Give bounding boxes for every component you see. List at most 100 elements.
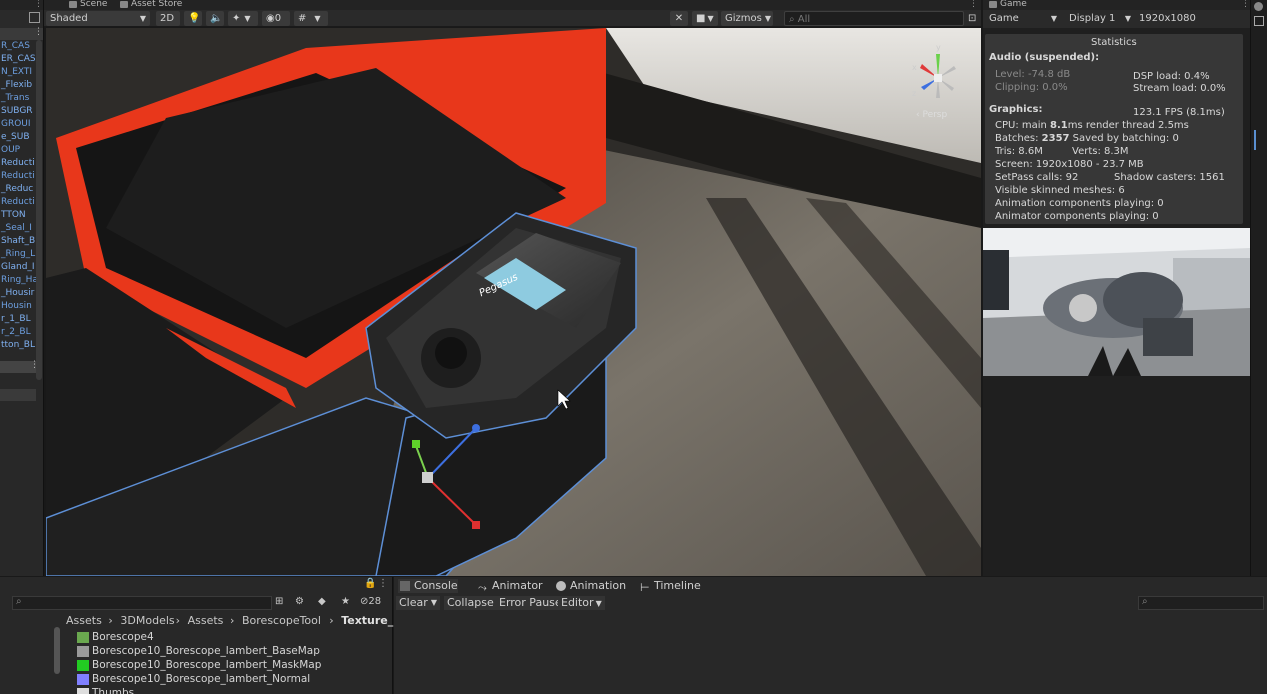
- dropdown-arrow-icon: ▼: [595, 599, 602, 608]
- hierarchy-toolbar: [0, 10, 43, 28]
- tab-asset-store[interactable]: Asset Store: [117, 0, 182, 10]
- shading-mode-dropdown[interactable]: Shaded ▼: [46, 11, 150, 26]
- collapse-button[interactable]: Collapse: [444, 596, 497, 610]
- project-file-item[interactable]: Borescope4: [92, 631, 154, 643]
- gizmo-center-handle: [422, 472, 433, 483]
- cpu-main-value: 8.1: [1050, 120, 1068, 131]
- inspector-icon: [1254, 2, 1263, 11]
- project-folder-scrollbar[interactable]: [54, 627, 60, 674]
- kebab-menu-icon[interactable]: ⋮: [1241, 0, 1250, 9]
- breadcrumb-item[interactable]: BorescopeTool: [242, 614, 321, 627]
- breadcrumb-separator-icon: ›: [329, 614, 334, 627]
- verts-value: Verts: 8.3M: [1072, 146, 1129, 157]
- file-icon: [77, 688, 89, 694]
- breadcrumb-item[interactable]: Assets: [188, 614, 224, 627]
- search-icon: ⌕: [1142, 596, 1148, 607]
- game-view-label: Game: [989, 13, 1019, 24]
- project-file-item[interactable]: Borescope10_Borescope_lambert_MaskMap: [92, 659, 321, 671]
- orientation-gizmo[interactable]: y x z: [906, 38, 970, 106]
- dropdown-arrow-icon: ▼: [764, 14, 772, 23]
- kebab-menu-icon[interactable]: ⋮: [378, 578, 388, 589]
- project-search-input[interactable]: ⌕: [12, 596, 272, 610]
- saved-batching-value: Saved by batching: 0: [1069, 133, 1179, 144]
- tab-animation[interactable]: Animation: [554, 579, 626, 593]
- breadcrumb-separator-icon: ›: [230, 614, 235, 627]
- effects-icon: ✦: [232, 13, 241, 24]
- resolution-dropdown[interactable]: 1920x1080: [1135, 11, 1205, 26]
- scene-view[interactable]: Pegasus y x z ‹ Persp: [46, 28, 981, 576]
- cube-icon: [1254, 16, 1264, 26]
- lock-icon[interactable]: 🔒: [364, 578, 376, 589]
- hierarchy-scrollbar[interactable]: [36, 40, 42, 380]
- hidden-count: 0: [274, 13, 282, 24]
- lighting-toggle-button[interactable]: 💡: [184, 11, 202, 26]
- pin-icon: ⊡: [968, 13, 977, 24]
- hierarchy-panel[interactable]: ⋮ ⋮ R_CAS ER_CAS N_EXTI _Flexib _Trans SUBGR G…: [0, 0, 44, 576]
- 2d-toggle-button[interactable]: 2D: [156, 11, 180, 26]
- tools-button[interactable]: ✕: [670, 11, 688, 26]
- project-file-item[interactable]: Borescope10_Borescope_lambert_Normal: [92, 673, 310, 685]
- inspector-scrollbar[interactable]: [1254, 130, 1256, 150]
- game-preview-render: [983, 228, 1250, 376]
- favorite-star-icon[interactable]: ★: [341, 596, 350, 607]
- tab-timeline[interactable]: ⊢ Timeline: [638, 579, 701, 594]
- hierarchy-scene-header[interactable]: ⋮: [0, 360, 39, 373]
- scene-search-input[interactable]: ⌕ All: [784, 11, 964, 26]
- error-pause-button[interactable]: Error Pause: [496, 596, 565, 610]
- animator-components-value: Animator components playing: 0: [995, 211, 1159, 222]
- game-toolbar: Game ▼ Display 1 ▼ 1920x1080: [983, 10, 1250, 28]
- search-by-type-icon[interactable]: ⚙: [295, 596, 304, 607]
- tab-console[interactable]: Console: [398, 579, 458, 593]
- kebab-menu-icon[interactable]: ⋮: [34, 27, 43, 37]
- tab-timeline-label: Timeline: [654, 579, 701, 592]
- clear-button[interactable]: Clear: [396, 596, 431, 610]
- kebab-menu-icon[interactable]: ⋮: [34, 0, 43, 9]
- breadcrumb-item[interactable]: 3DModels: [120, 614, 174, 627]
- search-by-label-icon[interactable]: ◆: [318, 596, 326, 607]
- grid-dropdown[interactable]: # ▼: [294, 11, 328, 26]
- breadcrumb-separator-icon: ›: [175, 614, 180, 627]
- scene-visibility-toggle[interactable]: ◉0: [262, 11, 290, 26]
- hidden-packages-toggle[interactable]: ⊘28: [360, 596, 381, 607]
- shading-mode-label: Shaded: [50, 13, 88, 24]
- tris-value: Tris: 8.6M: [995, 146, 1043, 157]
- hidden-packages-count: 28: [368, 596, 382, 607]
- file-icon: [77, 674, 89, 685]
- dropdown-arrow-icon: ▼: [139, 14, 146, 23]
- gizmos-dropdown[interactable]: Gizmos ▼: [721, 11, 773, 26]
- scene-pin-button[interactable]: ⊡: [964, 11, 978, 26]
- tab-game[interactable]: Game: [986, 0, 1027, 10]
- kebab-menu-icon[interactable]: ⋮: [969, 0, 978, 9]
- camera-dropdown[interactable]: ■ ▼: [692, 11, 718, 26]
- clear-options-dropdown[interactable]: ▼: [428, 596, 440, 610]
- projection-label[interactable]: ‹ Persp: [916, 110, 947, 120]
- project-file-item[interactable]: Borescope10_Borescope_lambert_BaseMap: [92, 645, 320, 657]
- save-search-icon[interactable]: ⊞: [275, 596, 283, 607]
- orientation-gizmo-icon: y x z: [912, 43, 956, 98]
- batches-stat: Batches: 2357 Saved by batching: 0: [995, 133, 1179, 144]
- breadcrumb-item[interactable]: Assets: [66, 614, 102, 627]
- cpu-stat: CPU: main 8.1ms render thread 2.5ms: [995, 120, 1189, 131]
- editor-dropdown[interactable]: Editor ▼: [558, 596, 605, 610]
- search-icon[interactable]: [29, 12, 40, 23]
- screen-value: Screen: 1920x1080 - 23.7 MB: [995, 159, 1144, 170]
- audio-clipping: Clipping: 0.0%: [995, 82, 1068, 93]
- display-dropdown[interactable]: Display 1 ▼: [1065, 11, 1133, 26]
- console-search-input[interactable]: ⌕: [1138, 596, 1264, 610]
- graphics-header: Graphics:: [989, 104, 1043, 115]
- file-icon: [77, 660, 89, 671]
- dropdown-arrow-icon: ▼: [430, 598, 438, 607]
- store-icon: [120, 1, 128, 8]
- gizmo-z-handle: [472, 424, 480, 432]
- effects-dropdown[interactable]: ✦ ▼: [228, 11, 258, 26]
- tab-animator[interactable]: ⤳ Animator: [476, 579, 543, 594]
- project-file-item[interactable]: Thumbs: [92, 687, 134, 694]
- tab-scene[interactable]: Scene: [66, 0, 107, 10]
- hierarchy-collapsed-row[interactable]: [0, 389, 36, 401]
- gamepad-icon: [989, 1, 997, 8]
- cpu-render-value: ms render thread 2.5ms: [1067, 120, 1189, 131]
- audio-toggle-button[interactable]: 🔈: [206, 11, 224, 26]
- breadcrumb-separator-icon: ›: [108, 614, 113, 627]
- inspector-edge-panel[interactable]: [1250, 0, 1267, 576]
- game-view-dropdown[interactable]: Game ▼: [985, 11, 1059, 26]
